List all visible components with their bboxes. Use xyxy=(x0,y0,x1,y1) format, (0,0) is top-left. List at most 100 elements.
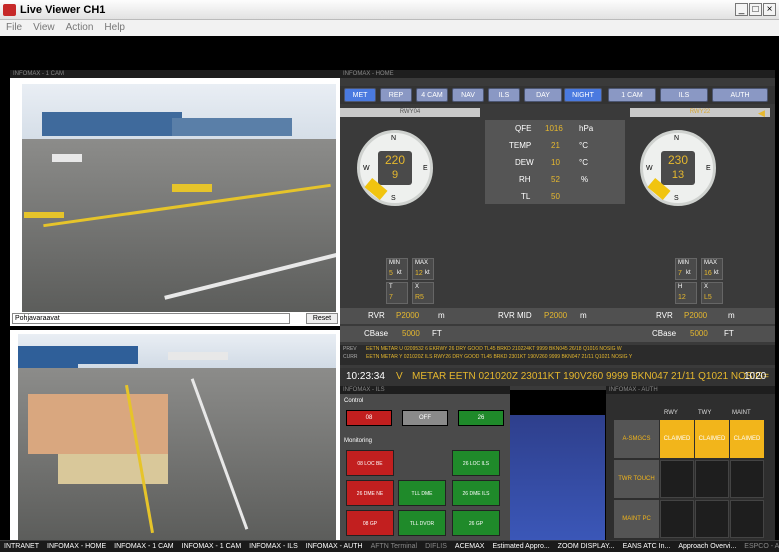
camera-select[interactable]: Pohjavaraavat xyxy=(12,313,290,324)
control-label: Control xyxy=(344,398,364,404)
taskbar-item[interactable]: ACEMAX xyxy=(451,541,489,552)
metar-value: 1020 xyxy=(744,371,767,382)
window-title: Live Viewer CH1 xyxy=(20,4,106,16)
auth-cell[interactable] xyxy=(660,460,694,498)
ils-off-button[interactable]: OFF xyxy=(402,410,448,426)
aircraft xyxy=(168,352,228,360)
tab-met[interactable]: MET xyxy=(344,88,376,102)
maximize-button[interactable]: □ xyxy=(749,3,762,16)
tab-nav[interactable]: NAV xyxy=(452,88,484,102)
close-button[interactable]: × xyxy=(763,3,776,16)
menu-action[interactable]: Action xyxy=(60,20,99,33)
min-box: MIN 7 kt xyxy=(675,258,697,280)
reset-button[interactable]: Reset xyxy=(306,313,338,324)
panel-header: INFOMAX - 1 CAM xyxy=(10,70,340,78)
terminal-building xyxy=(172,118,292,136)
monitor-tll-dvor: TLL DVOR xyxy=(398,510,446,536)
col-rwy: RWY xyxy=(664,410,678,416)
monitor-26-dme: 26 DME NE xyxy=(346,480,394,506)
menu-view[interactable]: View xyxy=(27,20,60,33)
runway-label-left: RWY04 xyxy=(340,108,480,117)
radar-view[interactable] xyxy=(510,415,605,540)
taskbar-item[interactable]: INFOMAX - AUTH xyxy=(302,541,367,552)
aircraft xyxy=(52,154,82,162)
camera-feed[interactable] xyxy=(22,84,336,312)
tab-4cam[interactable]: 4 CAM xyxy=(416,88,448,102)
auth-cell[interactable] xyxy=(695,500,729,538)
arrow-left-icon[interactable]: ◀ xyxy=(758,108,765,119)
wind-direction: 220 xyxy=(384,153,406,167)
taskbar-item[interactable]: ESPCO - AFT... xyxy=(740,541,779,552)
auth-cell[interactable]: CLAIMED xyxy=(730,420,764,458)
met-table: QFE 1016 hPa TEMP 21 °C DEW 10 °C RH 52% TL 50 xyxy=(485,120,625,204)
col-maint: MAINT xyxy=(732,410,751,416)
t-box: T7 xyxy=(386,282,408,304)
taskbar-item[interactable]: INFOMAX - 1 CAM xyxy=(110,541,178,552)
wind-dial-left: N S W E 220 9 xyxy=(357,130,433,206)
tab-auth[interactable]: AUTH xyxy=(712,88,768,102)
terminal-building xyxy=(42,112,182,136)
wind-dial-right: N S W E 230 13 xyxy=(640,130,716,206)
tab-day[interactable]: DAY xyxy=(524,88,562,102)
taskbar-item[interactable]: Estimated Appro... xyxy=(488,541,553,552)
col-twy: TWY xyxy=(698,410,712,416)
ils-panel: INFOMAX - ILS Control 08 OFF 26 Monitori… xyxy=(340,386,510,540)
camera-panel-bottom xyxy=(10,330,340,540)
menu-help[interactable]: Help xyxy=(98,20,130,33)
tab-ils-2[interactable]: ILS xyxy=(660,88,708,102)
auth-cell[interactable] xyxy=(695,460,729,498)
tab-rep[interactable]: REP xyxy=(380,88,412,102)
metar-flag: V xyxy=(396,371,403,382)
taskbar-item[interactable]: DIFLIS xyxy=(421,541,451,552)
x-box: X L5 xyxy=(701,282,723,304)
wind-speed: 13 xyxy=(671,169,685,181)
metar-time: 10:23:34 xyxy=(346,371,385,382)
monitor-tll-dme: TLL DME xyxy=(398,480,446,506)
metar-bar: 10:23:34 V METAR EETN 021020Z 23011KT 19… xyxy=(340,368,775,386)
taskbar-item[interactable]: ZOOM DISPLAY... xyxy=(554,541,619,552)
camera-feed-2[interactable] xyxy=(18,334,336,540)
auth-cell[interactable]: CLAIMED xyxy=(660,420,694,458)
metar-text: METAR EETN 021020Z 23011KT 190V260 9999 … xyxy=(412,371,769,382)
taskbar-item[interactable]: Approach Overvi... xyxy=(674,541,740,552)
auth-cell[interactable] xyxy=(660,500,694,538)
apron xyxy=(22,139,336,312)
taskbar-item[interactable]: INFOMAX - ILS xyxy=(245,541,302,552)
taskbar: INTRANET INFOMAX - HOME INFOMAX - 1 CAM INF… xyxy=(0,540,779,552)
cbase-row: CBase 5000 FT CBase 5000 FT xyxy=(340,326,775,342)
menu-file[interactable]: File xyxy=(0,20,27,33)
tab-1cam[interactable]: 1 CAM xyxy=(608,88,656,102)
taskbar-item[interactable]: EANS ATC In... xyxy=(619,541,675,552)
panel-header: INFOMAX - AUTH xyxy=(606,386,775,394)
title-bar: Live Viewer CH1 _ □ × xyxy=(0,0,779,20)
ils-26-button[interactable]: 26 xyxy=(458,410,504,426)
monitor-26-dme-ils: 26 DME ILS xyxy=(452,480,500,506)
monitor-26-gp: 26 GP xyxy=(452,510,500,536)
auth-panel: INFOMAX - AUTH RWY TWY MAINT A-SMGCS CLA… xyxy=(606,386,775,540)
taskbar-item[interactable]: AFTN Terminal xyxy=(367,541,422,552)
tab-ils[interactable]: ILS xyxy=(488,88,520,102)
home-panel: INFOMAX - HOME MET REP 4 CAM NAV ILS DAY… xyxy=(340,70,775,390)
camera-panel-top: INFOMAX - 1 CAM Pohjavaraavat Reset xyxy=(10,70,340,326)
monitor-26-loc: 26 LOC ILS xyxy=(452,450,500,476)
tab-night[interactable]: NIGHT xyxy=(564,88,602,102)
auth-row-maint-pc[interactable]: MAINT PC xyxy=(614,500,659,538)
max-box: MAX 12 kt xyxy=(412,258,434,280)
auth-cell[interactable]: CLAIMED xyxy=(695,420,729,458)
minimize-button[interactable]: _ xyxy=(735,3,748,16)
ils-08-button[interactable]: 08 xyxy=(346,410,392,426)
wind-speed: 9 xyxy=(391,169,399,181)
auth-row-twr-touch[interactable]: TWR TOUCH xyxy=(614,460,659,498)
panel-header: INFOMAX - ILS xyxy=(340,386,510,394)
min-box: MIN 5 kt xyxy=(386,258,408,280)
taskbar-item[interactable]: INFOMAX - 1 CAM xyxy=(178,541,246,552)
x-box: X R5 xyxy=(412,282,434,304)
terminal-building xyxy=(78,346,138,364)
auth-cell[interactable] xyxy=(730,460,764,498)
rvr-row: RVR P2000 m RVR MID P2000 m RVR P2000 m xyxy=(340,308,775,324)
auth-row-asmgcs[interactable]: A-SMGCS xyxy=(614,420,659,458)
taskbar-item[interactable]: INTRANET xyxy=(0,541,43,552)
taskbar-item[interactable]: INFOMAX - HOME xyxy=(43,541,110,552)
auth-cell[interactable] xyxy=(730,500,764,538)
max-box: MAX 16 kt xyxy=(701,258,723,280)
